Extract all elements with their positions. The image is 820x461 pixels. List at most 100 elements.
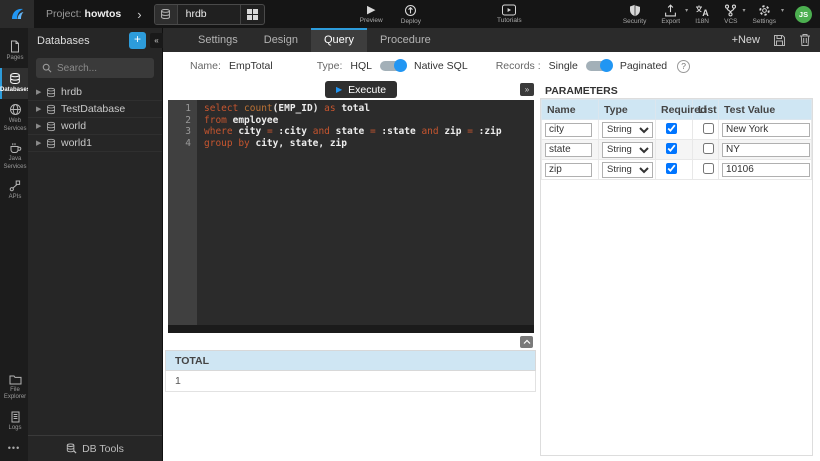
query-content: Name: EmpTotal Type: HQL Native SQL Reco… [163, 52, 820, 461]
line-number: 2 [168, 115, 197, 127]
search-icon [42, 63, 52, 73]
new-query-button[interactable]: +New [732, 34, 760, 46]
code-line: group by city, state, zip [204, 138, 502, 150]
sidebar-item-label: Databases [0, 87, 30, 95]
sidebar-item-web-services[interactable]: Web Services [0, 99, 28, 138]
param-test-value-input[interactable] [722, 123, 810, 137]
i18n-button[interactable]: A I18N [695, 4, 709, 25]
database-search-box[interactable] [36, 58, 154, 78]
type-toggle[interactable] [380, 61, 406, 71]
branch-icon [724, 4, 737, 17]
deploy-icon [404, 4, 417, 17]
code-token: and [416, 126, 439, 137]
delete-button[interactable] [799, 33, 811, 47]
db-tools-button[interactable]: DB Tools [28, 435, 162, 461]
tab-procedure[interactable]: Procedure [367, 28, 444, 52]
tree-item-world1[interactable]: ▶ world1 [28, 135, 162, 152]
save-button[interactable] [773, 34, 786, 47]
code-token: :state [376, 126, 416, 137]
vcs-button[interactable]: ▾ VCS [724, 4, 737, 25]
editor-scrollbar[interactable] [168, 325, 534, 333]
sidebar-item-file-explorer[interactable]: File Explorer [0, 370, 28, 407]
collapse-results-button[interactable] [520, 336, 533, 348]
expand-panel-button[interactable]: » [520, 83, 534, 96]
param-type-select[interactable]: String [602, 162, 653, 178]
code-token: and [307, 126, 330, 137]
deploy-label: Deploy [401, 18, 421, 25]
security-button[interactable]: Security [623, 4, 646, 25]
query-name-value[interactable]: EmpTotal [229, 60, 273, 72]
app-window: Project: howtos › hrdb ▶ Preview [0, 0, 820, 461]
param-list-checkbox[interactable] [703, 123, 714, 134]
caret-right-icon[interactable]: ▶ [36, 139, 46, 147]
tree-item-world[interactable]: ▶ world [28, 118, 162, 135]
project-breadcrumb: Project: howtos [46, 8, 121, 20]
caret-right-icon[interactable]: ▶ [36, 122, 46, 130]
param-type-select[interactable]: String [602, 142, 653, 158]
tree-item-hrdb[interactable]: ▶ hrdb [28, 84, 162, 101]
parameter-row-zip: String [542, 160, 812, 180]
more-options-icon[interactable]: ••• [0, 437, 28, 461]
line-number: 3 [168, 126, 197, 138]
add-database-button[interactable]: + [129, 32, 146, 49]
tree-item-label: TestDatabase [61, 103, 125, 115]
grid-icon[interactable] [240, 5, 264, 24]
play-icon: ▶ [367, 4, 375, 16]
collapse-panel-icon[interactable]: « [150, 33, 163, 48]
sidebar-item-logs[interactable]: Logs [0, 407, 28, 438]
records-toggle[interactable] [586, 61, 612, 71]
tab-query[interactable]: Query [311, 28, 367, 52]
execute-button[interactable]: ▶ Execute [325, 81, 397, 98]
globe-icon [9, 103, 22, 116]
export-button[interactable]: ▾ Export [661, 4, 680, 25]
logs-icon [10, 411, 21, 423]
line-number: 4 [168, 138, 197, 150]
type-label: Type: [317, 60, 343, 72]
param-test-value-input[interactable] [722, 163, 810, 177]
tab-settings[interactable]: Settings [185, 28, 251, 52]
sidebar-item-databases[interactable]: Databases [0, 68, 28, 100]
param-name-input[interactable] [545, 163, 592, 177]
results-table: TOTAL 1 [165, 350, 536, 392]
caret-right-icon[interactable]: ▶ [36, 105, 46, 113]
editor-code[interactable]: select count(EMP_ID) as total from emplo… [197, 100, 502, 333]
parameters-header-row: Name Type Required List Test Value [542, 100, 812, 120]
i18n-label: I18N [695, 18, 709, 25]
code-token: employee [227, 115, 278, 126]
caret-right-icon[interactable]: ▶ [36, 88, 46, 96]
tab-bar: Settings Design Query Procedure +New [163, 28, 820, 52]
preview-button[interactable]: ▶ Preview [360, 4, 383, 24]
param-required-checkbox[interactable] [666, 123, 677, 134]
database-selector[interactable]: hrdb [154, 4, 265, 25]
sidebar-item-label: Web Services [2, 118, 28, 133]
tab-design[interactable]: Design [251, 28, 311, 52]
param-type-select[interactable]: String [602, 122, 653, 138]
param-name-input[interactable] [545, 143, 592, 157]
sidebar-item-java-services[interactable]: Java Services [0, 138, 28, 176]
export-icon [664, 4, 677, 17]
settings-button[interactable]: ▾ Settings [753, 4, 777, 25]
param-name-input[interactable] [545, 123, 592, 137]
sidebar-item-label: File Explorer [2, 387, 28, 402]
search-input[interactable] [57, 63, 148, 74]
code-token: (EMP_ID) [273, 103, 319, 114]
param-list-checkbox[interactable] [703, 143, 714, 154]
param-test-value-input[interactable] [722, 143, 810, 157]
user-avatar[interactable]: JS [795, 6, 812, 23]
param-required-checkbox[interactable] [666, 163, 677, 174]
code-token: city, state, zip [250, 138, 347, 149]
param-list-checkbox[interactable] [703, 163, 714, 174]
db-tools-icon [66, 443, 77, 454]
wavemaker-logo[interactable] [0, 0, 34, 28]
tree-item-testdatabase[interactable]: ▶ TestDatabase [28, 101, 162, 118]
param-required-checkbox[interactable] [666, 143, 677, 154]
folder-icon [9, 374, 22, 385]
sidebar-item-pages[interactable]: Pages [0, 36, 28, 68]
deploy-button[interactable]: Deploy [401, 4, 421, 25]
help-icon[interactable]: ? [677, 60, 690, 73]
tutorials-button[interactable]: Tutorials [497, 4, 522, 24]
tree-item-label: world [61, 120, 86, 132]
sidebar-item-apis[interactable]: APIs [0, 176, 28, 207]
sql-editor[interactable]: 1 2 3 4 select count(EMP_ID) as total fr… [168, 100, 534, 333]
security-label: Security [623, 18, 646, 25]
